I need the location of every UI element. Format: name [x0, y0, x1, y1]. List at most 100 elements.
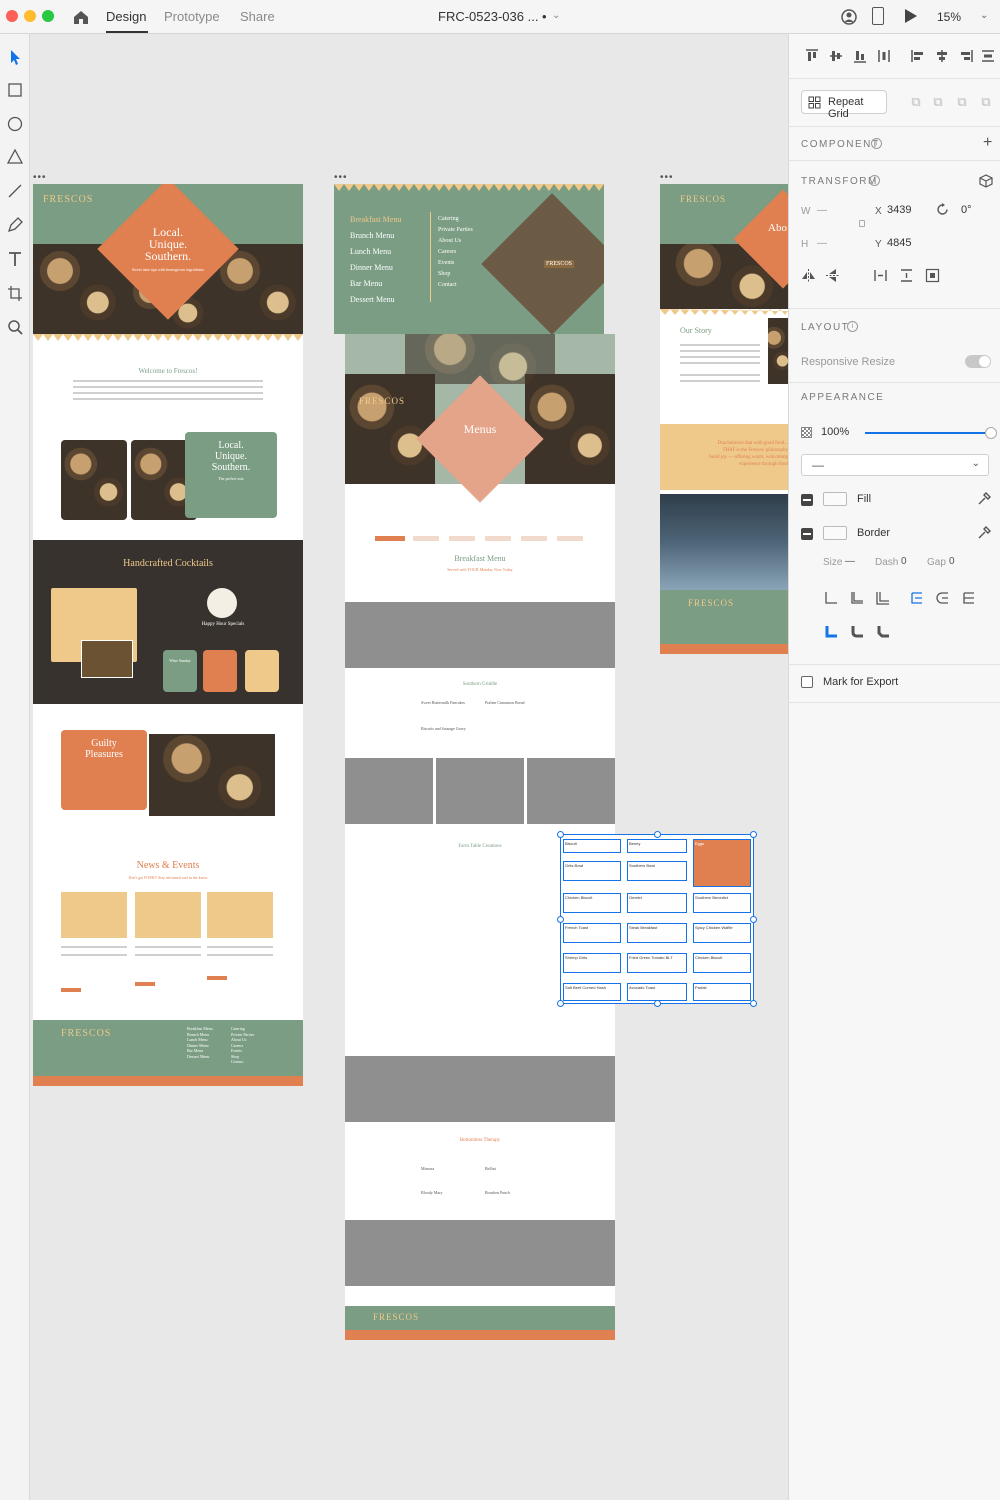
tab-share[interactable]: Share [240, 9, 275, 24]
align-top-icon[interactable] [803, 48, 821, 66]
home-icon[interactable] [72, 8, 90, 26]
info-icon[interactable]: i [871, 138, 882, 149]
resize-handle[interactable] [557, 831, 564, 838]
artboard-handle[interactable]: ••• [33, 172, 47, 183]
boolean-subtract-icon[interactable]: ⧉ [929, 93, 947, 111]
opacity-slider[interactable] [865, 427, 997, 439]
grid-item[interactable]: Grits Bowl [563, 861, 621, 881]
3d-transform-icon[interactable] [979, 174, 993, 193]
nav-link[interactable]: Private Parties [438, 225, 473, 236]
ellipse-tool-icon[interactable] [4, 113, 26, 135]
tab-prototype[interactable]: Prototype [164, 9, 220, 24]
y-input[interactable]: 4845 [887, 237, 911, 249]
distribute-spacing-icon[interactable] [873, 268, 888, 288]
mark-for-export-checkbox[interactable] [801, 676, 813, 688]
grid-item[interactable]: Shrimp Grits [563, 953, 621, 973]
join-miter-icon[interactable] [823, 624, 839, 645]
distribute-vertical-icon[interactable] [875, 48, 893, 66]
grid-item[interactable]: Southern Benedict [693, 893, 751, 913]
document-title[interactable]: FRC-0523-036 ... • [438, 9, 547, 24]
boolean-add-icon[interactable]: ⧉ [907, 93, 925, 111]
nav-link[interactable]: Events [438, 258, 473, 269]
flip-horizontal-icon[interactable] [801, 268, 816, 288]
width-input[interactable]: — [817, 205, 827, 216]
artboard-about[interactable]: FRESCOS Abo Our Story Dua believes that … [660, 184, 788, 654]
resize-handle[interactable] [557, 1000, 564, 1007]
grid-item[interactable]: Salt Beef Corned Hash [563, 983, 621, 1001]
nav-dinner-link[interactable]: Dinner Menu [350, 260, 401, 276]
height-input[interactable]: — [817, 238, 827, 249]
design-canvas[interactable]: ••• FRESCOS Local. Unique. Southern. Swe… [31, 34, 788, 1500]
text-tool-icon[interactable] [4, 248, 26, 270]
rotate-icon[interactable] [935, 202, 950, 222]
nav-lunch-link[interactable]: Lunch Menu [350, 244, 401, 260]
border-size-input[interactable]: — [845, 556, 855, 567]
add-component-icon[interactable]: + [983, 134, 992, 152]
info-icon[interactable]: i [869, 175, 880, 186]
chevron-down-icon[interactable]: ⌄ [552, 10, 560, 21]
artboard-handle[interactable]: ••• [660, 172, 674, 183]
minimize-window-button[interactable] [24, 10, 36, 22]
nav-link[interactable]: Shop [438, 269, 473, 280]
flip-vertical-icon[interactable] [825, 268, 840, 288]
responsive-resize-toggle[interactable] [965, 355, 991, 368]
stroke-outer-icon[interactable] [875, 590, 891, 611]
padding-icon[interactable] [925, 268, 940, 288]
cap-square-icon[interactable] [961, 590, 977, 611]
cap-butt-icon[interactable] [909, 590, 925, 611]
repeat-grid-selection[interactable]: Biscuit Benny Eggs Grits Bowl Southern B… [557, 831, 757, 1007]
grid-item[interactable]: Chicken Biscuit [693, 953, 751, 973]
user-icon[interactable] [840, 8, 858, 26]
rectangle-tool-icon[interactable] [4, 79, 26, 101]
play-icon[interactable] [904, 8, 918, 29]
grid-item[interactable]: Fried Green Tomato BLT [627, 953, 687, 973]
nav-brunch-link[interactable]: Brunch Menu [350, 228, 401, 244]
distribute-horizontal-icon[interactable] [979, 48, 997, 66]
zoom-level[interactable]: 15% [937, 10, 961, 24]
artboard-handle[interactable]: ••• [334, 172, 348, 183]
eyedropper-icon[interactable] [977, 492, 991, 511]
line-tool-icon[interactable] [4, 180, 26, 202]
grid-item[interactable]: Avocado Toast [627, 983, 687, 1001]
zoom-window-button[interactable] [42, 10, 54, 22]
artboard-menu-nav[interactable]: Breakfast Menu Brunch Menu Lunch Menu Di… [334, 184, 604, 334]
stroke-center-icon[interactable] [849, 590, 865, 611]
distribute-vertical-spacing-icon[interactable] [899, 268, 914, 288]
align-center-icon[interactable] [933, 48, 951, 66]
menu-tab-active[interactable] [375, 536, 405, 541]
grid-item[interactable]: Southern Bowl [627, 861, 687, 881]
nav-breakfast-link[interactable]: Breakfast Menu [350, 212, 401, 228]
border-swatch[interactable] [823, 526, 847, 540]
grid-item[interactable]: Benny [627, 839, 687, 853]
cap-round-icon[interactable] [935, 590, 951, 611]
align-bottom-icon[interactable] [851, 48, 869, 66]
nav-dessert-link[interactable]: Dessert Menu [350, 292, 401, 308]
grid-item-highlight[interactable]: Eggs [693, 839, 751, 887]
opacity-input[interactable]: 100% [821, 426, 849, 438]
artboard-home[interactable]: FRESCOS Local. Unique. Southern. Sweet t… [33, 184, 303, 1086]
artboard-tool-icon[interactable] [4, 282, 26, 304]
dash-input[interactable]: 0 [901, 556, 907, 567]
grid-item[interactable]: Chicken Biscuit [563, 893, 621, 913]
eyedropper-icon[interactable] [977, 526, 991, 545]
grid-item[interactable]: Omelet [627, 893, 687, 913]
resize-handle[interactable] [750, 831, 757, 838]
gap-input[interactable]: 0 [949, 556, 955, 567]
resize-handle[interactable] [750, 916, 757, 923]
info-icon[interactable]: i [847, 321, 858, 332]
pen-tool-icon[interactable] [4, 214, 26, 236]
polygon-tool-icon[interactable] [4, 146, 26, 168]
nav-link[interactable]: Catering [438, 214, 473, 225]
align-left-icon[interactable] [909, 48, 927, 66]
resize-handle[interactable] [750, 1000, 757, 1007]
nav-link[interactable]: About Us [438, 236, 473, 247]
stroke-inner-icon[interactable] [823, 590, 839, 611]
fill-swatch[interactable] [823, 492, 847, 506]
nav-bar-link[interactable]: Bar Menu [350, 276, 401, 292]
boolean-exclude-icon[interactable]: ⧉ [977, 93, 995, 111]
device-preview-icon[interactable] [872, 7, 884, 25]
close-window-button[interactable] [6, 10, 18, 22]
rotation-input[interactable]: 0° [961, 204, 972, 216]
grid-item[interactable]: Parfait [693, 983, 751, 1001]
lock-aspect-icon[interactable] [859, 220, 865, 227]
